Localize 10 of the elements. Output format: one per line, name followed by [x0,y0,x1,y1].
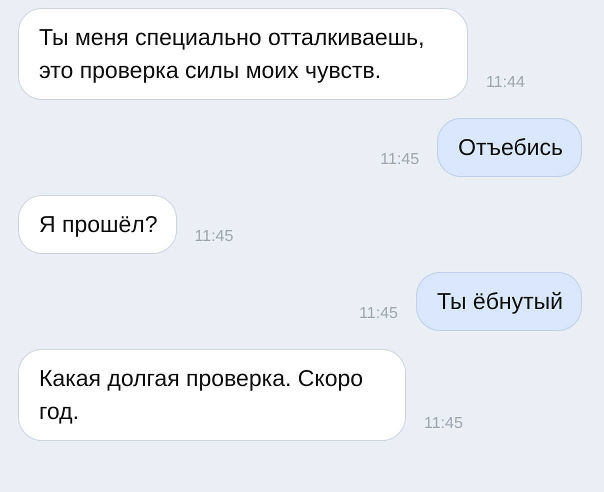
sent-message: Отъебись [437,118,582,177]
sent-message: Ты ёбнутый [416,272,582,331]
message-time: 11:45 [359,305,398,324]
message-time: 11:44 [486,74,525,93]
message-time: 11:45 [424,415,463,434]
received-message: Я прошёл? [18,195,176,254]
received-message: Ты меня специально отталкиваешь, это проверка силы моих чувств. [18,8,468,100]
message-time: 11:45 [194,228,234,247]
received-message: Какая долгая проверка. Скоро год. [18,349,406,441]
message-time: 11:45 [380,151,420,170]
